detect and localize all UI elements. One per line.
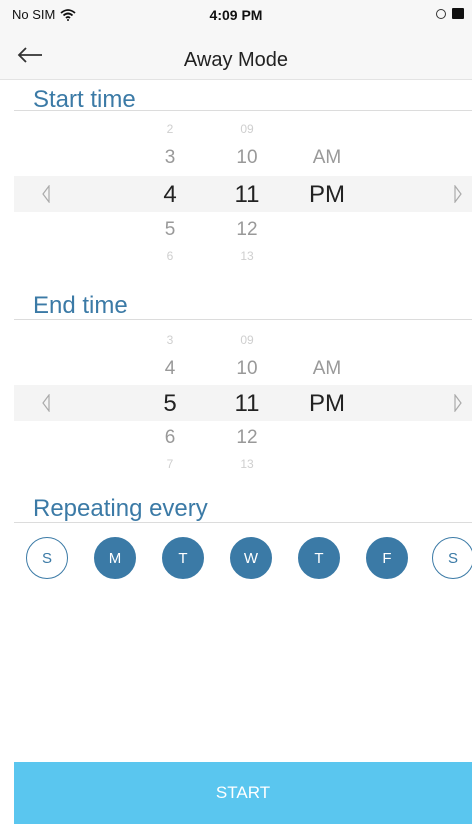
minute-option[interactable]: 09 bbox=[217, 122, 277, 136]
hour-option[interactable]: 2 bbox=[140, 122, 200, 136]
weekday-selector: S M T W T F S bbox=[14, 537, 472, 587]
period-option[interactable]: AM bbox=[297, 147, 357, 169]
minute-option[interactable]: 12 bbox=[217, 219, 277, 241]
minute-selected[interactable]: 11 bbox=[217, 181, 277, 209]
end-time-picker[interactable]: 3 4 5 6 7 09 10 11 12 13 AM PM bbox=[14, 320, 472, 480]
hour-option[interactable]: 6 bbox=[140, 427, 200, 449]
minute-option[interactable]: 10 bbox=[217, 147, 277, 169]
chevron-right-icon bbox=[454, 394, 462, 412]
chevron-left-icon bbox=[42, 394, 50, 412]
status-time: 4:09 PM bbox=[209, 7, 263, 23]
minute-selected[interactable]: 11 bbox=[217, 390, 277, 418]
period-selected[interactable]: PM bbox=[297, 390, 357, 418]
divider bbox=[14, 522, 472, 523]
battery-icon bbox=[452, 8, 464, 19]
end-prev-button[interactable] bbox=[34, 385, 58, 421]
day-toggle-tuesday[interactable]: T bbox=[162, 537, 204, 579]
end-time-title: End time bbox=[33, 292, 128, 319]
hour-option[interactable]: 3 bbox=[140, 333, 200, 347]
hour-option[interactable]: 3 bbox=[140, 147, 200, 169]
hour-selected[interactable]: 4 bbox=[140, 181, 200, 209]
status-right bbox=[436, 8, 464, 19]
page-title: Away Mode bbox=[183, 49, 289, 71]
hour-option[interactable]: 7 bbox=[140, 457, 200, 471]
hour-selected[interactable]: 5 bbox=[140, 390, 200, 418]
minute-option[interactable]: 13 bbox=[217, 249, 277, 263]
day-toggle-sunday[interactable]: S bbox=[26, 537, 68, 579]
hour-option[interactable]: 5 bbox=[140, 219, 200, 241]
start-button-label: START bbox=[215, 783, 271, 802]
day-toggle-saturday[interactable]: S bbox=[432, 537, 472, 579]
start-prev-button[interactable] bbox=[34, 176, 58, 212]
end-next-button[interactable] bbox=[446, 385, 470, 421]
chevron-right-icon bbox=[454, 185, 462, 203]
repeat-title: Repeating every bbox=[33, 495, 208, 522]
nav-bar: Away Mode bbox=[0, 30, 472, 80]
period-selected[interactable]: PM bbox=[297, 181, 357, 209]
hour-option[interactable]: 4 bbox=[140, 358, 200, 380]
start-next-button[interactable] bbox=[446, 176, 470, 212]
hour-option[interactable]: 6 bbox=[140, 249, 200, 263]
minute-option[interactable]: 09 bbox=[217, 333, 277, 347]
rotation-lock-icon bbox=[436, 8, 446, 19]
minute-option[interactable]: 12 bbox=[217, 427, 277, 449]
day-toggle-monday[interactable]: M bbox=[94, 537, 136, 579]
start-button[interactable]: START bbox=[14, 762, 472, 824]
day-toggle-thursday[interactable]: T bbox=[298, 537, 340, 579]
day-toggle-friday[interactable]: F bbox=[366, 537, 408, 579]
period-option[interactable]: AM bbox=[297, 358, 357, 380]
start-time-picker[interactable]: 2 3 4 5 6 09 10 11 12 13 AM PM bbox=[14, 111, 472, 271]
chevron-left-icon bbox=[42, 185, 50, 203]
minute-option[interactable]: 10 bbox=[217, 358, 277, 380]
day-toggle-wednesday[interactable]: W bbox=[230, 537, 272, 579]
status-bar: No SIM 4:09 PM bbox=[0, 0, 472, 30]
minute-option[interactable]: 13 bbox=[217, 457, 277, 471]
